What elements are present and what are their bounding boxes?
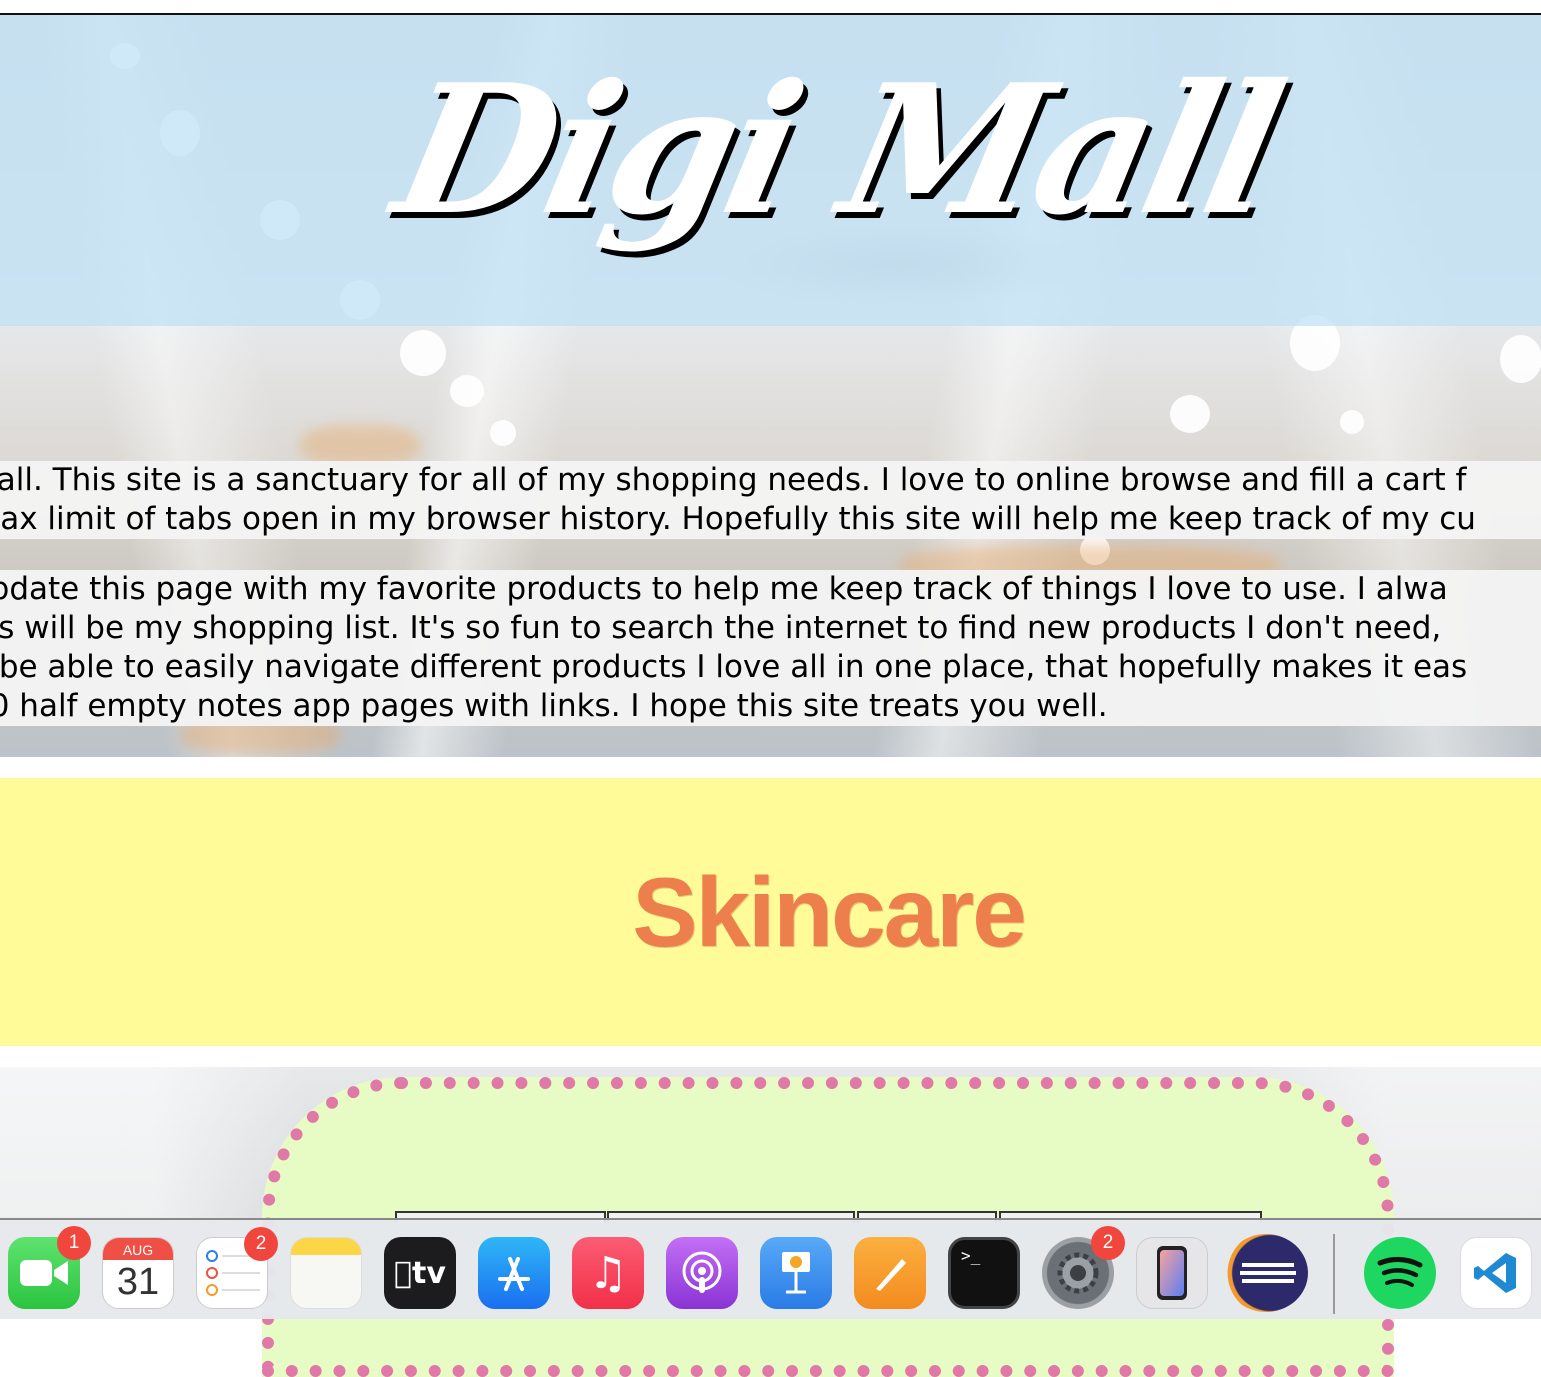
music-icon[interactable]: ♫ xyxy=(572,1237,644,1309)
spotify-icon[interactable] xyxy=(1364,1237,1436,1309)
bg-storefront xyxy=(300,425,420,465)
bg-light xyxy=(1500,335,1541,383)
vscode-icon[interactable] xyxy=(1460,1237,1532,1309)
tv-label:  xyxy=(394,1256,412,1291)
spotify-glyph xyxy=(1377,1257,1423,1287)
bg-light xyxy=(450,375,484,407)
intro-paragraph-2: update this page with my favorite produc… xyxy=(0,570,1541,726)
terminal-icon[interactable]: >_ xyxy=(948,1237,1020,1309)
podcasts-icon[interactable] xyxy=(666,1237,738,1309)
bg-light xyxy=(1170,395,1210,433)
pages-icon[interactable] xyxy=(854,1237,926,1309)
notification-badge: 1 xyxy=(57,1226,91,1260)
app-store-icon[interactable] xyxy=(478,1237,550,1309)
tv-text: tv xyxy=(403,1255,446,1291)
notification-badge: 2 xyxy=(244,1227,278,1261)
bg-light xyxy=(490,420,516,446)
apple-tv-icon[interactable]: tv xyxy=(384,1237,456,1309)
eclipse-icon[interactable] xyxy=(1224,1234,1308,1312)
pen-glyph xyxy=(876,1259,906,1291)
phone-glyph xyxy=(1157,1246,1187,1300)
intro-line: o be able to easily navigate different p… xyxy=(0,649,1468,685)
calendar-icon[interactable]: AUG 31 xyxy=(102,1237,174,1309)
intro-line: 00 half empty notes app pages with links… xyxy=(0,688,1108,724)
calendar-day: 31 xyxy=(116,1261,160,1303)
section-title: Skincare xyxy=(632,857,1027,967)
keynote-icon[interactable] xyxy=(760,1237,832,1309)
camera-glyph xyxy=(20,1260,68,1286)
intro-paragraph-1: Mall. This site is a sanctuary for all o… xyxy=(0,461,1541,539)
intro-line: Mall. This site is a sanctuary for all o… xyxy=(0,462,1467,498)
section-banner-skincare: Skincare xyxy=(0,778,1541,1046)
bg-light xyxy=(1340,410,1364,434)
podcast-glyph xyxy=(682,1251,722,1293)
notification-badge: 2 xyxy=(1091,1226,1125,1260)
dock: 1 AUG 31 2 tv ♫ >_ 2 xyxy=(0,1218,1541,1319)
intro-line: update this page with my favorite produc… xyxy=(0,571,1448,607)
intro-line: max limit of tabs open in my browser his… xyxy=(0,501,1476,537)
site-title: Digi Mall xyxy=(379,45,1295,254)
calendar-month: AUG xyxy=(103,1238,173,1260)
vscode-glyph xyxy=(1474,1253,1516,1293)
notes-icon[interactable] xyxy=(290,1237,362,1309)
system-settings-icon[interactable]: 2 xyxy=(1042,1226,1125,1309)
terminal-prompt: >_ xyxy=(961,1246,981,1265)
app-store-glyph xyxy=(498,1257,530,1291)
bg-light xyxy=(400,330,446,376)
eclipse-stripes xyxy=(1240,1263,1296,1283)
podium-glyph xyxy=(782,1252,810,1294)
iphone-mirroring-icon[interactable] xyxy=(1136,1237,1208,1309)
dock-separator xyxy=(1333,1234,1335,1314)
reminders-icon[interactable]: 2 xyxy=(196,1227,278,1309)
facetime-icon[interactable]: 1 xyxy=(8,1226,91,1309)
intro-line: his will be my shopping list. It's so fu… xyxy=(0,610,1442,646)
